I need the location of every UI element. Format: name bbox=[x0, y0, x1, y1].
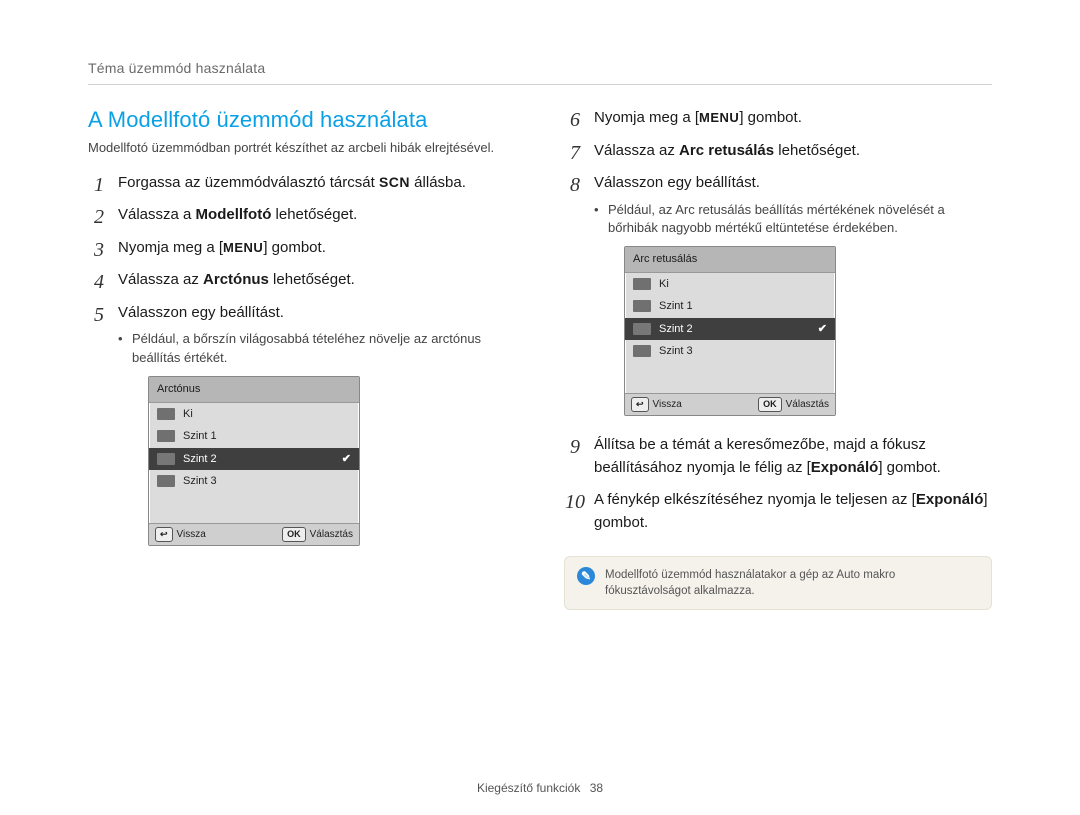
step-text: lehetőséget. bbox=[774, 142, 860, 159]
footer-section: Kiegészítő funkciók bbox=[477, 781, 580, 795]
steps-right: Nyomja meg a [MENU] gombot. Válassza az … bbox=[564, 107, 992, 534]
manual-page: Téma üzemmód használata A Modellfotó üze… bbox=[0, 0, 1080, 650]
note-text: Modellfotó üzemmód használatakor a gép a… bbox=[605, 567, 979, 599]
lcd-row-2-selected: Szint 2 ✔ bbox=[625, 318, 835, 341]
page-number: 38 bbox=[590, 781, 603, 795]
lcd-row-label: Ki bbox=[659, 276, 669, 293]
step-bold: Exponáló bbox=[916, 491, 984, 508]
lcd-row-label: Ki bbox=[183, 406, 193, 423]
lcd-ok: OK Választás bbox=[282, 527, 353, 543]
info-icon: ✎ bbox=[577, 567, 595, 585]
lcd-row-3: Szint 3 bbox=[149, 470, 359, 493]
lcd-row-label: Szint 1 bbox=[183, 428, 217, 445]
step-text: Válassza az bbox=[594, 142, 679, 159]
lcd-ok-label: Választás bbox=[310, 527, 353, 542]
step-text: ] gombot. bbox=[739, 109, 802, 126]
step-text: Nyomja meg a [ bbox=[594, 109, 699, 126]
left-column: A Modellfotó üzemmód használata Modellfo… bbox=[88, 107, 516, 610]
step-text: Válasszon egy beállítást. bbox=[594, 174, 760, 191]
right-column: Nyomja meg a [MENU] gombot. Válassza az … bbox=[564, 107, 992, 610]
scn-glyph: SCN bbox=[379, 174, 410, 190]
level-2-icon bbox=[633, 323, 651, 335]
step-text: lehetőséget. bbox=[269, 271, 355, 288]
lcd-row-label: Szint 2 bbox=[659, 321, 693, 338]
level-3-icon bbox=[633, 345, 651, 357]
step-2: Válassza a Modellfotó lehetőséget. bbox=[88, 204, 516, 227]
lcd-footer: ↩ Vissza OK Választás bbox=[625, 393, 835, 416]
step-8: Válasszon egy beállítást. Például, az Ar… bbox=[564, 172, 992, 416]
lcd-ok: OK Választás bbox=[758, 397, 829, 413]
step-1: Forgassa az üzemmódválasztó tárcsát SCN … bbox=[88, 172, 516, 195]
step-bold: Arc retusálás bbox=[679, 142, 774, 159]
lcd-row-label: Szint 1 bbox=[659, 298, 693, 315]
step-text: A fénykép elkészítéséhez nyomja le telje… bbox=[594, 491, 916, 508]
step-10: A fénykép elkészítéséhez nyomja le telje… bbox=[564, 489, 992, 534]
lcd-row-label: Szint 3 bbox=[659, 343, 693, 360]
step-text: ] gombot. bbox=[263, 239, 326, 256]
check-icon: ✔ bbox=[818, 321, 827, 338]
lcd-back: ↩ Vissza bbox=[631, 397, 682, 413]
step-text: állásba. bbox=[410, 174, 466, 191]
lcd-back: ↩ Vissza bbox=[155, 527, 206, 543]
lcd-row-2-selected: Szint 2 ✔ bbox=[149, 448, 359, 471]
step-text: Válasszon egy beállítást. bbox=[118, 304, 284, 321]
lcd-spacer bbox=[149, 493, 359, 523]
lcd-back-label: Vissza bbox=[653, 397, 682, 412]
step-text: lehetőséget. bbox=[271, 206, 357, 223]
step-text: Válassza az bbox=[118, 271, 203, 288]
section-heading: A Modellfotó üzemmód használata bbox=[88, 107, 516, 133]
step-bold: Exponáló bbox=[811, 459, 879, 476]
step-5-sub: Például, a bőrszín világosabbá tételéhez… bbox=[118, 330, 516, 368]
steps-left: Forgassa az üzemmódválasztó tárcsát SCN … bbox=[88, 172, 516, 546]
step-text: Válassza a bbox=[118, 206, 196, 223]
lcd-spacer bbox=[625, 363, 835, 393]
step-3: Nyomja meg a [MENU] gombot. bbox=[88, 237, 516, 260]
level-1-icon bbox=[157, 430, 175, 442]
lcd-title: Arctónus bbox=[149, 377, 359, 403]
lcd-ok-label: Választás bbox=[786, 397, 829, 412]
ok-key-icon: OK bbox=[758, 397, 782, 413]
level-off-icon bbox=[633, 278, 651, 290]
step-6: Nyomja meg a [MENU] gombot. bbox=[564, 107, 992, 130]
two-column-layout: A Modellfotó üzemmód használata Modellfo… bbox=[88, 107, 992, 610]
level-3-icon bbox=[157, 475, 175, 487]
check-icon: ✔ bbox=[342, 451, 351, 468]
lcd-back-label: Vissza bbox=[177, 527, 206, 542]
sub-bullet: Például, a bőrszín világosabbá tételéhez… bbox=[118, 330, 516, 368]
ok-key-icon: OK bbox=[282, 527, 306, 543]
menu-glyph: MENU bbox=[223, 240, 263, 255]
step-5: Válasszon egy beállítást. Például, a bőr… bbox=[88, 302, 516, 546]
intro-text: Modellfotó üzemmódban portrét készíthet … bbox=[88, 139, 516, 158]
lcd-row-label: Szint 2 bbox=[183, 451, 217, 468]
lcd-row-3: Szint 3 bbox=[625, 340, 835, 363]
back-key-icon: ↩ bbox=[155, 527, 173, 543]
page-footer: Kiegészítő funkciók 38 bbox=[0, 781, 1080, 795]
lcd-row-1: Szint 1 bbox=[149, 425, 359, 448]
level-1-icon bbox=[633, 300, 651, 312]
lcd-title: Arc retusálás bbox=[625, 247, 835, 273]
lcd-arc-retusalas: Arc retusálás Ki Szint 1 Szint 2 ✔ Szint … bbox=[624, 246, 836, 416]
info-note: ✎ Modellfotó üzemmód használatakor a gép… bbox=[564, 556, 992, 610]
lcd-row-ki: Ki bbox=[149, 403, 359, 426]
step-4: Válassza az Arctónus lehetőséget. bbox=[88, 269, 516, 292]
lcd-row-ki: Ki bbox=[625, 273, 835, 296]
step-text: ] gombot. bbox=[878, 459, 941, 476]
step-text: Nyomja meg a [ bbox=[118, 239, 223, 256]
lcd-footer: ↩ Vissza OK Választás bbox=[149, 523, 359, 546]
step-7: Válassza az Arc retusálás lehetőséget. bbox=[564, 140, 992, 163]
back-key-icon: ↩ bbox=[631, 397, 649, 413]
step-9: Állítsa be a témát a keresőmezőbe, majd … bbox=[564, 434, 992, 479]
running-head: Téma üzemmód használata bbox=[88, 60, 992, 85]
step-bold: Arctónus bbox=[203, 271, 269, 288]
lcd-arctonus: Arctónus Ki Szint 1 Szint 2 ✔ Szint 3 ↩ Vi… bbox=[148, 376, 360, 546]
level-off-icon bbox=[157, 408, 175, 420]
menu-glyph: MENU bbox=[699, 110, 739, 125]
step-8-sub: Például, az Arc retusálás beállítás mért… bbox=[594, 201, 992, 239]
step-text: Forgassa az üzemmódválasztó tárcsát bbox=[118, 174, 379, 191]
level-2-icon bbox=[157, 453, 175, 465]
lcd-row-1: Szint 1 bbox=[625, 295, 835, 318]
step-bold: Modellfotó bbox=[196, 206, 272, 223]
lcd-row-label: Szint 3 bbox=[183, 473, 217, 490]
sub-bullet: Például, az Arc retusálás beállítás mért… bbox=[594, 201, 992, 239]
